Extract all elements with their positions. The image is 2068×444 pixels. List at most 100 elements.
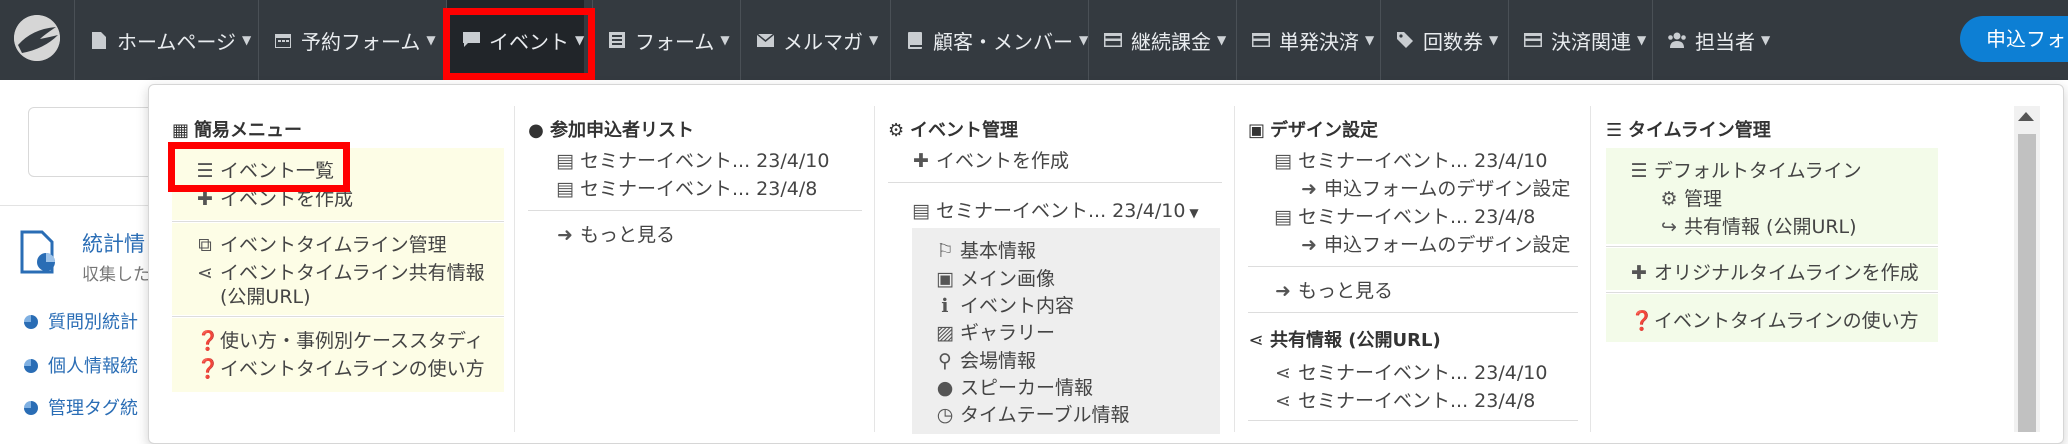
- list-icon: ☰: [1606, 120, 1623, 141]
- question-stats-link[interactable]: 質問別統計: [24, 308, 138, 334]
- background-panel: [28, 107, 158, 177]
- app-logo[interactable]: [14, 15, 60, 61]
- user-icon: ●: [936, 377, 954, 399]
- nav-customers-members[interactable]: 顧客・メンバー ▼: [890, 0, 1088, 80]
- nav-single-payment[interactable]: 単発決済 ▼: [1236, 0, 1374, 80]
- event-admin-create[interactable]: ✚ イベントを作成: [912, 146, 1069, 173]
- nav-homepage[interactable]: ホームページ ▼: [74, 0, 251, 80]
- plus-icon: ✚: [913, 150, 929, 172]
- menu-item-timeline-share[interactable]: ⋖ イベントタイムライン共有情報: [196, 258, 485, 285]
- application-form-button[interactable]: 申込フォー: [1960, 16, 2068, 62]
- nav-coupon-tickets[interactable]: 回数券 ▼: [1380, 0, 1498, 80]
- design-more-link[interactable]: ➜ もっと見る: [1274, 276, 1393, 303]
- submenu-main-image[interactable]: ▣ メイン画像: [936, 264, 1055, 291]
- credit-card-icon: [1103, 30, 1123, 50]
- timeline-default-manage[interactable]: ⚙ 管理: [1660, 184, 1722, 211]
- share-icon: ↪: [1661, 216, 1677, 238]
- chevron-down-icon: ▼: [1489, 33, 1499, 47]
- nav-newsletter[interactable]: メルマガ ▼: [740, 0, 878, 80]
- statistics-title[interactable]: 統計情: [82, 228, 145, 258]
- personal-info-stats-label: 個人情報統: [48, 356, 138, 377]
- submenu-timetable-info[interactable]: ◷ タイムテーブル情報: [936, 400, 1130, 427]
- file-icon: [89, 30, 109, 50]
- participant-list-item[interactable]: ▤ セミナーイベント... 23/4/8: [556, 174, 817, 201]
- list-alt-icon: ▤: [912, 200, 930, 222]
- personal-info-stats-link[interactable]: 個人情報統: [24, 352, 138, 378]
- design-event-item[interactable]: ▤ セミナーイベント... 23/4/10: [1274, 146, 1547, 173]
- timeline-howto[interactable]: ❓イベントタイムラインの使い方: [1630, 306, 1919, 333]
- user-icon: ●: [528, 120, 544, 141]
- event-admin-header: ⚙ イベント管理: [888, 120, 1018, 141]
- clock-icon: ◷: [936, 404, 954, 426]
- arrow-right-icon: ➜: [1301, 234, 1317, 256]
- share-event-item[interactable]: ⋖ セミナーイベント... 23/4/8: [1274, 386, 1535, 413]
- gear-icon: ⚙: [1660, 188, 1678, 210]
- separator: [1606, 246, 1938, 247]
- users-icon: [1667, 30, 1687, 50]
- menu-item-usage-cases[interactable]: ❓使い方・事例別ケーススタディ: [196, 326, 484, 353]
- menu-item-timeline-howto[interactable]: ❓イベントタイムラインの使い方: [196, 354, 485, 381]
- separator: [1606, 292, 1938, 293]
- chevron-down-icon: ▼: [1079, 33, 1089, 47]
- question-circle-icon: ❓: [196, 330, 220, 352]
- file-image-icon: ▨: [936, 322, 954, 344]
- highlight-nav-event: [443, 8, 595, 80]
- arrow-right-icon: ➜: [557, 224, 573, 246]
- participants-more-link[interactable]: ➜ もっと見る: [556, 220, 675, 247]
- nav-payment-related[interactable]: 決済関連 ▼: [1508, 0, 1646, 80]
- nav-form[interactable]: フォーム ▼: [592, 0, 730, 80]
- caret-down-icon: ▼: [1189, 206, 1199, 220]
- info-circle-icon: ℹ: [941, 295, 949, 317]
- timeline-default[interactable]: ☰ デフォルトタイムライン: [1630, 156, 1861, 183]
- map-marker-icon: ⚲: [938, 350, 952, 372]
- chevron-down-icon: ▼: [426, 33, 436, 47]
- arrow-right-icon: ➜: [1275, 280, 1291, 302]
- gear-icon: ⚙: [888, 120, 905, 141]
- document-chart-icon: [20, 230, 60, 278]
- image-icon: ▣: [936, 268, 954, 290]
- pie-chart-icon: [24, 401, 38, 415]
- scrollbar-thumb[interactable]: [2018, 134, 2036, 432]
- column-divider: [874, 106, 875, 432]
- tag-icon: [1395, 30, 1415, 50]
- nav-reservation-form[interactable]: 予約フォーム ▼: [258, 0, 436, 80]
- tag-stats-link[interactable]: 管理タグ統: [24, 394, 138, 420]
- share-square-icon: ⧉: [198, 234, 212, 256]
- submenu-event-content[interactable]: ℹ イベント内容: [936, 291, 1074, 318]
- design-form-settings-link[interactable]: ➜ 申込フォームのデザイン設定: [1300, 230, 1570, 257]
- image-icon: ▣: [1248, 120, 1266, 141]
- menu-item-timeline-share-url[interactable]: (公開URL): [220, 282, 311, 309]
- calendar-icon: [273, 30, 293, 50]
- share-event-item[interactable]: ⋖ セミナーイベント... 23/4/10: [1274, 358, 1547, 385]
- scroll-up-arrow-icon[interactable]: [2018, 112, 2034, 121]
- nav-reservation-form-label: 予約フォーム: [301, 29, 421, 54]
- nav-staff[interactable]: 担当者 ▼: [1652, 0, 1770, 80]
- share-alt-icon: ⋖: [1248, 330, 1264, 351]
- menu-item-timeline-admin[interactable]: ⧉ イベントタイムライン管理: [196, 230, 446, 257]
- design-event-item[interactable]: ▤ セミナーイベント... 23/4/8: [1274, 202, 1535, 229]
- pie-chart-icon: [24, 359, 38, 373]
- flag-icon: ⚐: [936, 240, 954, 262]
- event-admin-selected-event[interactable]: ▤ セミナーイベント... 23/4/10 ▼: [912, 196, 1199, 223]
- submenu-speaker-info[interactable]: ● スピーカー情報: [936, 373, 1093, 400]
- separator: [1248, 266, 1578, 267]
- timeline-default-share[interactable]: ↪ 共有情報 (公開URL): [1660, 212, 1857, 239]
- nav-payment-related-label: 決済関連: [1551, 29, 1631, 54]
- participant-list-item[interactable]: ▤ セミナーイベント... 23/4/10: [556, 146, 829, 173]
- chevron-down-icon: ▼: [1365, 33, 1375, 47]
- column-divider: [1590, 106, 1591, 432]
- credit-card-icon: [1251, 30, 1271, 50]
- submenu-gallery[interactable]: ▨ ギャラリー: [936, 318, 1055, 345]
- chevron-down-icon: ▼: [1761, 33, 1771, 47]
- design-form-settings-link[interactable]: ➜ 申込フォームのデザイン設定: [1300, 174, 1570, 201]
- submenu-basic-info[interactable]: ⚐ 基本情報: [936, 236, 1036, 263]
- nav-newsletter-label: メルマガ: [783, 29, 863, 54]
- timeline-create-original[interactable]: ✚ オリジナルタイムラインを作成: [1630, 258, 1919, 285]
- submenu-venue-info[interactable]: ⚲ 会場情報: [936, 346, 1036, 373]
- arrow-right-icon: ➜: [1301, 178, 1317, 200]
- nav-subscription-billing[interactable]: 継続課金 ▼: [1088, 0, 1226, 80]
- calendar-icon: ▦: [172, 120, 190, 141]
- design-settings-header: ▣ デザイン設定: [1248, 120, 1378, 141]
- pie-chart-icon: [24, 315, 38, 329]
- separator: [888, 182, 1222, 183]
